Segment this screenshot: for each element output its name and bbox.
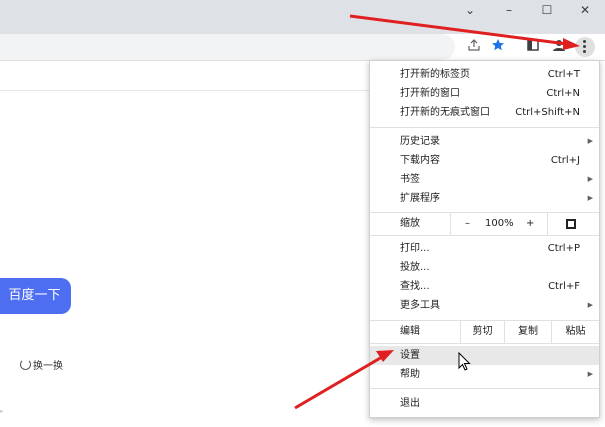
menu-item-label: 退出 <box>400 398 420 409</box>
menu-item-label: 打开新的无痕式窗口 <box>400 107 490 118</box>
menu-item-find[interactable]: 查找... Ctrl+F <box>370 277 599 296</box>
menu-item-label: 打开新的窗口 <box>400 88 460 99</box>
menu-item-shortcut: Ctrl+F <box>548 281 580 292</box>
profile-icon[interactable] <box>550 38 568 56</box>
menu-item-bookmarks[interactable]: 书签 ▶ <box>370 170 599 189</box>
menu-item-more-tools[interactable]: 更多工具 ▶ <box>370 296 599 315</box>
menu-icon <box>583 40 586 54</box>
menu-item-label: 投放... <box>400 262 430 273</box>
menu-item-label: 打开新的标签页 <box>400 69 470 80</box>
zoom-level: 100% <box>485 218 514 229</box>
menu-item-shortcut: Ctrl+T <box>547 69 580 80</box>
menu-item-new-window[interactable]: 打开新的窗口 Ctrl+N <box>370 84 599 103</box>
zoom-out-button[interactable]: – <box>465 213 470 235</box>
menu-item-cast[interactable]: 投放... <box>370 258 599 277</box>
fullscreen-icon[interactable] <box>566 219 576 229</box>
menu-item-label: 扩展程序 <box>400 193 440 204</box>
menu-item-label: 打印... <box>400 243 430 254</box>
menu-separator <box>370 235 599 236</box>
tab-search-dropdown-button[interactable]: ⌄ <box>452 0 488 20</box>
menu-item-help[interactable]: 帮助 ▶ <box>370 365 599 384</box>
address-bar[interactable] <box>0 34 455 60</box>
zoom-in-button[interactable]: + <box>526 213 534 235</box>
menu-item-label: 设置 <box>400 350 420 361</box>
submenu-arrow-icon: ▶ <box>587 194 593 202</box>
menu-item-label: 下载内容 <box>400 155 440 166</box>
minimize-button[interactable]: – <box>491 0 527 20</box>
sidebar-icon[interactable] <box>524 38 542 56</box>
cut-button[interactable]: 剪切 <box>460 321 504 343</box>
close-button[interactable]: ✕ <box>567 0 603 20</box>
menu-item-settings[interactable]: 设置 <box>370 346 599 365</box>
page-mark: " <box>0 410 3 417</box>
menu-item-new-incognito-window[interactable]: 打开新的无痕式窗口 Ctrl+Shift+N <box>370 103 599 122</box>
zoom-label: 缩放 <box>400 218 420 229</box>
menu-separator <box>370 388 599 389</box>
paste-button[interactable]: 粘贴 <box>551 321 599 343</box>
search-submit-button[interactable]: 百度一下 <box>0 278 71 314</box>
menu-item-label: 历史记录 <box>400 136 440 147</box>
menu-edit-row: 编辑 剪切 复制 粘贴 <box>370 321 599 343</box>
menu-item-label: 书签 <box>400 174 420 185</box>
page-divider <box>0 90 370 91</box>
menu-item-shortcut: Ctrl+J <box>550 155 580 166</box>
menu-item-shortcut: Ctrl+N <box>546 88 580 99</box>
submenu-arrow-icon: ▶ <box>587 175 593 183</box>
refresh-label: 换一换 <box>33 361 63 372</box>
menu-item-label: 更多工具 <box>400 300 440 311</box>
menu-item-label: 帮助 <box>400 369 420 380</box>
mouse-cursor-icon <box>458 352 471 371</box>
refresh-icon <box>20 359 31 370</box>
menu-item-shortcut: Ctrl+P <box>547 243 580 254</box>
refresh-suggestions-link[interactable]: 换一换 <box>20 357 63 372</box>
star-icon[interactable] <box>489 38 507 56</box>
menu-item-history[interactable]: 历史记录 ▶ <box>370 132 599 151</box>
menu-item-print[interactable]: 打印... Ctrl+P <box>370 239 599 258</box>
copy-button[interactable]: 复制 <box>504 321 551 343</box>
browser-menu: 打开新的标签页 Ctrl+T 打开新的窗口 Ctrl+N 打开新的无痕式窗口 C… <box>369 60 600 418</box>
menu-zoom-row: 缩放 – 100% + <box>370 213 599 235</box>
maximize-button[interactable]: ☐ <box>529 0 565 20</box>
submenu-arrow-icon: ▶ <box>587 370 593 378</box>
edit-label: 编辑 <box>400 326 420 337</box>
menu-item-downloads[interactable]: 下载内容 Ctrl+J <box>370 151 599 170</box>
menu-item-label: 查找... <box>400 281 430 292</box>
menu-item-extensions[interactable]: 扩展程序 ▶ <box>370 189 599 208</box>
submenu-arrow-icon: ▶ <box>587 137 593 145</box>
share-icon[interactable] <box>465 38 483 56</box>
menu-separator <box>370 343 599 344</box>
menu-item-exit[interactable]: 退出 <box>370 394 599 413</box>
menu-item-new-tab[interactable]: 打开新的标签页 Ctrl+T <box>370 65 599 84</box>
submenu-arrow-icon: ▶ <box>587 301 593 309</box>
zoom-controls: – 100% + <box>450 213 548 235</box>
menu-separator <box>370 127 599 128</box>
menu-item-shortcut: Ctrl+Shift+N <box>515 107 580 118</box>
